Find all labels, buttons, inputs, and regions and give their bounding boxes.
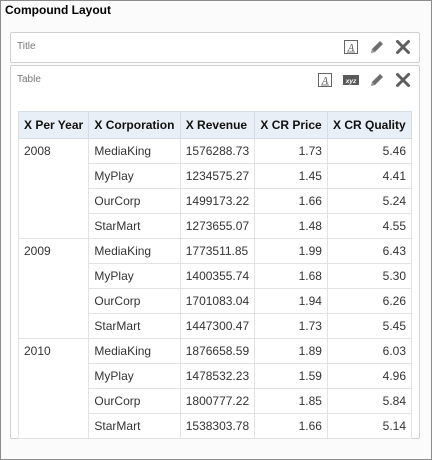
column-header-revenue[interactable]: X Revenue <box>179 111 256 139</box>
revenue-cell: 1701083.04 <box>179 288 256 314</box>
price-cell: 1.48 <box>254 213 328 239</box>
revenue-cell: 1773511.85 <box>179 238 256 264</box>
price-cell: 1.66 <box>254 413 328 439</box>
revenue-cell: 1576288.73 <box>179 138 256 164</box>
column-header-year[interactable]: X Per Year <box>17 111 90 139</box>
quality-cell: 6.43 <box>326 238 413 264</box>
quality-cell: 6.03 <box>326 338 413 364</box>
price-cell: 1.89 <box>254 338 328 364</box>
corporation-cell: MediaKing <box>88 338 181 364</box>
revenue-cell: 1400355.74 <box>179 263 256 289</box>
compound-layout-frame: Compound Layout Title A Table A xyz X Pe… <box>0 0 432 460</box>
revenue-cell: 1800777.22 <box>179 388 256 414</box>
quality-cell: 4.41 <box>326 163 413 189</box>
pencil-icon[interactable] <box>367 70 387 90</box>
column-header-cr-quality[interactable]: X CR Quality <box>326 111 413 139</box>
close-icon[interactable] <box>393 70 413 90</box>
quality-cell: 5.14 <box>326 413 413 439</box>
revenue-cell: 1499173.22 <box>179 188 256 214</box>
price-cell: 1.66 <box>254 188 328 214</box>
table-view-toolbar: A xyz <box>309 70 413 90</box>
column-header-cr-price[interactable]: X CR Price <box>254 111 328 139</box>
quality-cell: 5.84 <box>326 388 413 414</box>
format-text-icon[interactable]: A <box>341 37 361 57</box>
quality-cell: 6.26 <box>326 288 413 314</box>
corporation-cell: OurCorp <box>88 388 181 414</box>
quality-cell: 5.45 <box>326 313 413 339</box>
quality-cell: 4.55 <box>326 213 413 239</box>
quality-cell: 4.96 <box>326 363 413 389</box>
format-data-icon[interactable]: xyz <box>341 70 361 90</box>
corporation-cell: OurCorp <box>88 188 181 214</box>
price-cell: 1.59 <box>254 363 328 389</box>
table-view-panel: Table A xyz X Per Year X Corporation X R… <box>10 65 420 439</box>
pencil-icon[interactable] <box>367 37 387 57</box>
quality-cell: 5.24 <box>326 188 413 214</box>
price-cell: 1.68 <box>254 263 328 289</box>
table-header-row: X Per Year X Corporation X Revenue X CR … <box>17 111 413 139</box>
price-cell: 1.99 <box>254 238 328 264</box>
revenue-cell: 1478532.23 <box>179 363 256 389</box>
corporation-cell: StarMart <box>88 313 181 339</box>
table-row: 2009 MediaKing 1773511.85 1.99 6.43 <box>17 238 413 339</box>
price-cell: 1.85 <box>254 388 328 414</box>
corporation-cell: MyPlay <box>88 363 181 389</box>
corporation-cell: StarMart <box>88 213 181 239</box>
layout-title: Compound Layout <box>5 3 111 17</box>
corporation-cell: MyPlay <box>88 263 181 289</box>
title-view-panel: Title A <box>10 32 420 63</box>
title-view-label: Title <box>17 41 36 52</box>
revenue-cell: 1234575.27 <box>179 163 256 189</box>
corporation-cell: StarMart <box>88 413 181 439</box>
title-view-toolbar: A <box>335 37 413 57</box>
year-cell: 2009 <box>17 238 90 339</box>
price-cell: 1.45 <box>254 163 328 189</box>
corporation-cell: MyPlay <box>88 163 181 189</box>
quality-cell: 5.46 <box>326 138 413 164</box>
year-cell: 2008 <box>17 138 90 239</box>
quality-cell: 5.30 <box>326 263 413 289</box>
svg-text:xyz: xyz <box>345 78 357 85</box>
price-cell: 1.94 <box>254 288 328 314</box>
table-view-label: Table <box>17 74 41 85</box>
revenue-cell: 1273655.07 <box>179 213 256 239</box>
year-cell: 2010 <box>17 338 90 439</box>
table-row: 2008 MediaKing 1576288.73 1.73 5.46 <box>17 138 413 239</box>
price-cell: 1.73 <box>254 138 328 164</box>
table-row: 2010 MediaKing 1876658.59 1.89 6.03 <box>17 338 413 439</box>
revenue-cell: 1876658.59 <box>179 338 256 364</box>
revenue-cell: 1538303.78 <box>179 413 256 439</box>
column-header-corporation[interactable]: X Corporation <box>88 111 181 139</box>
close-icon[interactable] <box>393 37 413 57</box>
price-cell: 1.73 <box>254 313 328 339</box>
format-text-icon[interactable]: A <box>315 70 335 90</box>
revenue-cell: 1447300.47 <box>179 313 256 339</box>
pivot-table: X Per Year X Corporation X Revenue X CR … <box>17 111 413 439</box>
corporation-cell: MediaKing <box>88 238 181 264</box>
corporation-cell: MediaKing <box>88 138 181 164</box>
corporation-cell: OurCorp <box>88 288 181 314</box>
